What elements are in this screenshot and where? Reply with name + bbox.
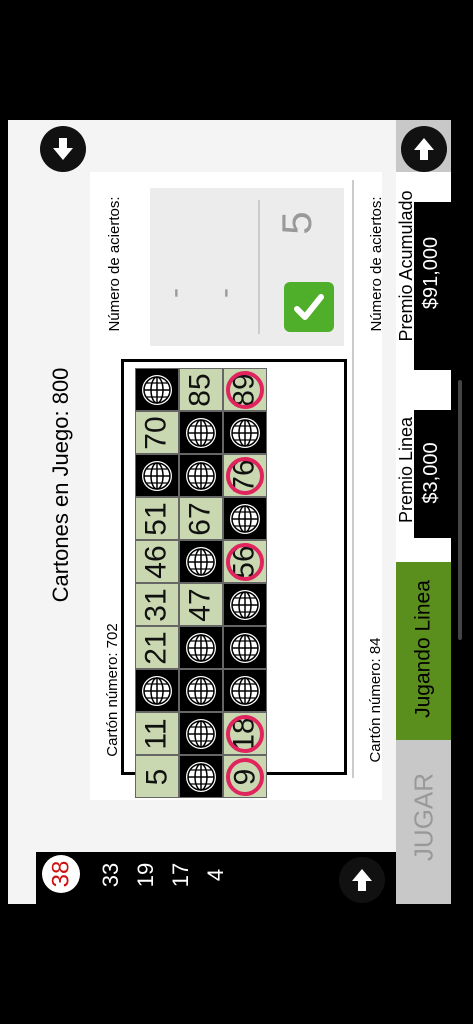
bingo-cell-blank[interactable] — [223, 411, 267, 454]
bingo-cell-number: 31 — [140, 587, 173, 622]
bingo-cell[interactable]: 5 — [135, 755, 179, 798]
bingo-cell[interactable]: 70 — [135, 411, 179, 454]
bingo-cell-blank[interactable] — [135, 669, 179, 712]
bingo-cell[interactable]: 85 — [179, 368, 223, 411]
bingo-globe-icon — [186, 546, 216, 577]
premio-acumulado-value: $91,000 — [419, 236, 442, 310]
bingo-cell[interactable]: 11 — [135, 712, 179, 755]
jugando-linea-status: Jugando Linea — [396, 562, 451, 740]
aciertos-value: 5 — [273, 211, 320, 235]
bingo-cell-blank[interactable] — [179, 755, 223, 798]
card-702-label: Cartón número: 702 — [103, 623, 121, 757]
bingo-globe-icon — [186, 460, 216, 491]
premio-acumulado-box: Premio Acumulado $91,000 — [396, 172, 451, 370]
bingo-globe-icon — [142, 460, 172, 491]
jugar-label: JUGAR — [408, 772, 438, 862]
bingo-cell-number: 56 — [228, 544, 261, 579]
bingo-cell-number: 5 — [140, 768, 173, 785]
bingo-cell-blank[interactable] — [135, 454, 179, 497]
scroll-up-button[interactable] — [339, 857, 385, 903]
bingo-cell-blank[interactable] — [135, 368, 179, 411]
bingo-globe-icon — [142, 675, 172, 706]
bingo-cell[interactable]: 46 — [135, 540, 179, 583]
jugar-button[interactable]: JUGAR — [396, 740, 451, 904]
bingo-globe-icon — [230, 675, 260, 706]
jugando-linea-label: Jugando Linea — [411, 580, 435, 718]
previous-number-2: 19 — [133, 862, 158, 888]
bingo-cell-number: 47 — [184, 587, 217, 622]
bingo-cell-number: 9 — [228, 768, 261, 785]
current-number-ball: 38 — [42, 855, 80, 893]
current-number: 38 — [46, 860, 74, 888]
bingo-cell-blank[interactable] — [223, 497, 267, 540]
bingo-card: 5 11 21 31 46 51 70 47 67 85 9 18 56 76 89 — [121, 359, 347, 798]
bingo-cell[interactable]: 76 — [223, 454, 267, 497]
bingo-cell[interactable]: 47 — [179, 583, 223, 626]
bingo-cell-blank[interactable] — [179, 712, 223, 755]
previous-number-3: 17 — [168, 862, 193, 888]
bingo-cell-number: 76 — [228, 458, 261, 493]
bingo-cell-blank[interactable] — [223, 626, 267, 669]
aciertos-box: 5 - - — [150, 188, 344, 346]
bingo-globe-icon — [230, 417, 260, 448]
bingo-globe-icon — [230, 589, 260, 620]
bingo-cell-blank[interactable] — [179, 669, 223, 712]
premio-linea-value: $3,000 — [419, 442, 442, 504]
bingo-globe-icon — [186, 761, 216, 792]
bingo-globe-icon — [186, 675, 216, 706]
bingo-cell[interactable]: 51 — [135, 497, 179, 540]
previous-number-1: 33 — [98, 862, 123, 888]
dash-2: - — [158, 288, 191, 298]
arrow-down-icon — [53, 138, 73, 160]
bingo-globe-icon — [186, 718, 216, 749]
bingo-cell[interactable]: 89 — [223, 368, 267, 411]
bingo-cell-number: 46 — [140, 544, 173, 579]
bingo-cell-number: 51 — [140, 501, 173, 536]
premio-linea-label: Premio Linea — [395, 416, 416, 524]
bingo-cell[interactable]: 9 — [223, 755, 267, 798]
bingo-cell[interactable]: 31 — [135, 583, 179, 626]
aciertos-divider — [258, 200, 260, 334]
dash-1: - — [208, 288, 241, 298]
bingo-cell[interactable]: 67 — [179, 497, 223, 540]
scrollbar[interactable] — [458, 380, 462, 640]
previous-number-4: 4 — [203, 868, 228, 882]
confirm-check-button[interactable] — [284, 282, 334, 332]
bingo-cell-number: 11 — [140, 717, 173, 750]
arrow-up-icon — [414, 138, 434, 160]
bingo-cell-number: 67 — [184, 501, 217, 536]
bingo-cell-number: 85 — [184, 372, 217, 407]
bingo-cell-blank[interactable] — [179, 411, 223, 454]
bingo-cell-blank[interactable] — [179, 540, 223, 583]
bingo-cell[interactable]: 56 — [223, 540, 267, 583]
bingo-cell-blank[interactable] — [179, 626, 223, 669]
bingo-cell[interactable]: 21 — [135, 626, 179, 669]
bingo-globe-icon — [186, 417, 216, 448]
aciertos-label: Número de aciertos: — [105, 196, 123, 332]
bingo-cell[interactable]: 18 — [223, 712, 267, 755]
bingo-grid: 5 11 21 31 46 51 70 47 67 85 9 18 56 76 89 — [135, 368, 267, 798]
bingo-cell-number: 21 — [140, 630, 173, 665]
premio-linea-box: Premio Linea $3,000 — [396, 370, 451, 562]
back-up-button[interactable] — [401, 126, 447, 172]
arrow-up-icon — [352, 869, 372, 891]
bingo-globe-icon — [142, 374, 172, 405]
scroll-down-button[interactable] — [40, 126, 86, 172]
bingo-cell-number: 89 — [228, 372, 261, 407]
cartones-en-juego-title: Cartones en Juego: 800 — [48, 367, 73, 603]
bingo-cell-blank[interactable] — [223, 583, 267, 626]
bingo-cell-number: 70 — [140, 415, 173, 450]
bingo-globe-icon — [230, 503, 260, 534]
check-icon — [294, 294, 324, 320]
premio-acumulado-label: Premio Acumulado — [395, 190, 416, 342]
card-84-label: Cartón número: 84 — [366, 637, 384, 763]
card-divider — [352, 180, 354, 778]
bingo-cell-blank[interactable] — [223, 669, 267, 712]
bingo-globe-icon — [186, 632, 216, 663]
card-84-aciertos-label: Número de aciertos: — [367, 196, 385, 332]
bingo-cell-number: 18 — [228, 716, 261, 751]
bingo-globe-icon — [230, 632, 260, 663]
bingo-cell-blank[interactable] — [179, 454, 223, 497]
